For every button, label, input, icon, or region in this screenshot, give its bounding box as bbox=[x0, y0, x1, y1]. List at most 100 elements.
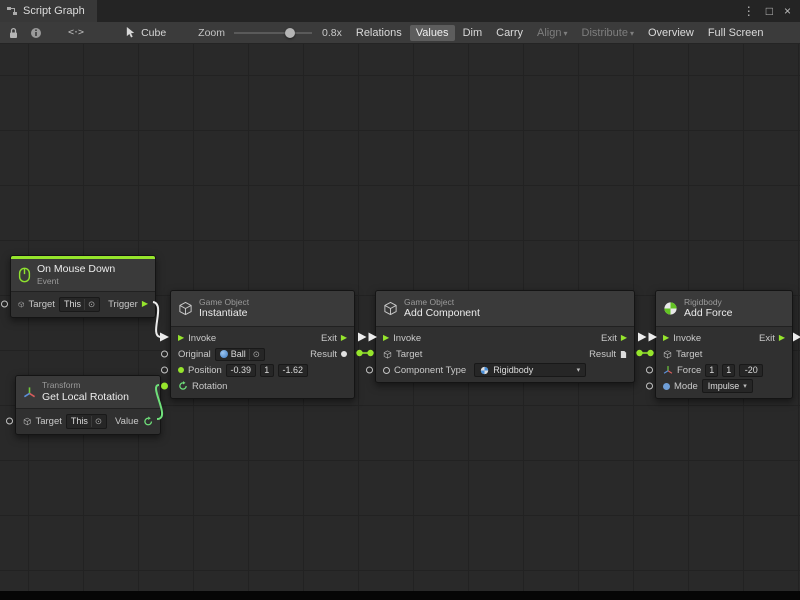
window-close-button[interactable]: × bbox=[784, 5, 791, 17]
target-label: Target bbox=[676, 349, 702, 360]
dim-button[interactable]: Dim bbox=[457, 25, 489, 41]
trigger-label: Trigger bbox=[108, 299, 138, 310]
tab-script-graph[interactable]: Script Graph bbox=[0, 0, 97, 22]
object-picker-icon[interactable]: ⊙ bbox=[91, 416, 102, 427]
values-button[interactable]: Values bbox=[410, 25, 455, 41]
force-y-input[interactable]: 1 bbox=[722, 364, 735, 377]
fullscreen-button[interactable]: Full Screen bbox=[702, 25, 770, 41]
zoom-slider[interactable] bbox=[234, 26, 312, 40]
exit-output-port[interactable]: ▶ bbox=[621, 334, 627, 342]
wire-arrowhead bbox=[160, 333, 169, 342]
node-instantiate[interactable]: Game Object Instantiate ▶ Invoke Exit ▶ … bbox=[170, 290, 355, 399]
result-output-port[interactable] bbox=[341, 351, 347, 357]
cursor-icon bbox=[125, 26, 136, 39]
node-header[interactable]: On Mouse Down Event bbox=[11, 259, 155, 292]
component-type-label: Component Type bbox=[394, 365, 466, 376]
window-maximize-button[interactable]: □ bbox=[766, 5, 773, 17]
original-label: Original bbox=[178, 349, 211, 360]
rotation-label: Rotation bbox=[192, 381, 227, 392]
position-z-input[interactable]: -1.62 bbox=[278, 364, 308, 377]
node-on-mouse-down[interactable]: On Mouse Down Event Target This ⊙ T bbox=[10, 255, 156, 318]
exit-output-port[interactable]: ▶ bbox=[341, 334, 347, 342]
rigidbody-icon bbox=[663, 301, 678, 316]
align-button[interactable]: Align▾ bbox=[531, 25, 573, 41]
graph-canvas[interactable]: On Mouse Down Event Target This ⊙ T bbox=[0, 44, 800, 591]
invoke-input-port[interactable]: ▶ bbox=[178, 334, 184, 342]
target-input-port[interactable] bbox=[1, 301, 8, 308]
result-output-port[interactable] bbox=[620, 350, 627, 359]
rotation-port-icon bbox=[178, 381, 188, 391]
exit-output-port[interactable]: ▶ bbox=[779, 334, 785, 342]
force-input-port[interactable] bbox=[646, 367, 653, 374]
target-input-port[interactable] bbox=[6, 418, 13, 425]
target-label: Target bbox=[35, 416, 61, 427]
node-category: Game Object bbox=[404, 297, 480, 308]
relations-button[interactable]: Relations bbox=[350, 25, 408, 41]
overview-button[interactable]: Overview bbox=[642, 25, 700, 41]
script-graph-window: Script Graph ⋮ □ × <·> Cu bbox=[0, 0, 800, 600]
position-y-input[interactable]: 1 bbox=[260, 364, 274, 377]
mode-input-port[interactable] bbox=[646, 383, 653, 390]
position-label: Position bbox=[188, 365, 222, 376]
mouse-icon bbox=[18, 267, 31, 283]
tab-title: Script Graph bbox=[23, 5, 85, 17]
rotation-input-port[interactable] bbox=[161, 383, 168, 390]
invoke-input-port[interactable]: ▶ bbox=[663, 334, 669, 342]
invoke-input-port[interactable]: ▶ bbox=[383, 334, 389, 342]
game-object-icon bbox=[23, 417, 31, 426]
invoke-label: Invoke bbox=[673, 333, 701, 344]
component-type-input-port[interactable] bbox=[366, 367, 373, 374]
node-add-component[interactable]: Game Object Add Component ▶ Invoke Exit … bbox=[375, 290, 635, 383]
original-input-port[interactable] bbox=[161, 351, 168, 358]
node-header[interactable]: Rigidbody Add Force bbox=[656, 291, 792, 327]
target-value-chip[interactable]: This ⊙ bbox=[66, 414, 107, 429]
zoom-slider-handle[interactable] bbox=[285, 28, 295, 38]
rigidbody-icon bbox=[480, 366, 489, 375]
mode-dropdown[interactable]: Impulse ▾ bbox=[702, 379, 753, 393]
position-input-port[interactable] bbox=[161, 367, 168, 374]
graph-target-label: Cube bbox=[141, 27, 166, 39]
node-title: On Mouse Down bbox=[37, 263, 115, 276]
force-z-input[interactable]: -20 bbox=[739, 364, 763, 377]
info-icon[interactable] bbox=[30, 27, 42, 39]
chevron-down-icon: ▾ bbox=[563, 29, 567, 38]
zoom-slider-track bbox=[234, 32, 312, 34]
object-picker-icon[interactable]: ⊙ bbox=[249, 349, 260, 360]
game-object-port-icon bbox=[383, 350, 392, 359]
object-picker-icon[interactable]: ⊙ bbox=[84, 299, 95, 310]
mode-label: Mode bbox=[674, 381, 698, 392]
force-x-input[interactable]: 1 bbox=[705, 364, 718, 377]
window-menu-button[interactable]: ⋮ bbox=[743, 5, 755, 17]
force-mode-port-icon bbox=[663, 383, 670, 390]
chevron-down-icon: ▾ bbox=[743, 382, 747, 390]
result-label: Result bbox=[310, 349, 337, 360]
graph-target-selector[interactable]: Cube bbox=[125, 26, 166, 39]
node-category: Rigidbody bbox=[684, 297, 732, 308]
window-bottom-edge bbox=[0, 591, 800, 600]
edit-source-icon[interactable]: <·> bbox=[68, 27, 83, 38]
value-connector-dot bbox=[636, 350, 642, 356]
node-get-local-rotation[interactable]: Transform Get Local Rotation Target This… bbox=[15, 375, 161, 435]
component-type-dropdown[interactable]: Rigidbody ▾ bbox=[474, 363, 586, 377]
game-object-icon bbox=[178, 301, 193, 316]
node-header[interactable]: Game Object Add Component bbox=[376, 291, 634, 327]
invoke-label: Invoke bbox=[188, 333, 216, 344]
position-x-input[interactable]: -0.39 bbox=[226, 364, 256, 377]
exit-label: Exit bbox=[759, 333, 775, 344]
target-value-chip[interactable]: This ⊙ bbox=[59, 297, 100, 312]
node-category: Game Object bbox=[199, 297, 249, 308]
game-object-icon bbox=[383, 301, 398, 316]
flow-connector-arrow bbox=[638, 333, 647, 342]
distribute-button[interactable]: Distribute▾ bbox=[576, 25, 640, 41]
value-connector-dot bbox=[356, 350, 362, 356]
node-add-force[interactable]: Rigidbody Add Force ▶ Invoke Exit ▶ Targ… bbox=[655, 290, 793, 399]
lock-icon[interactable] bbox=[8, 27, 19, 39]
original-value-chip[interactable]: Ball ⊙ bbox=[215, 348, 265, 361]
rotation-output-port[interactable] bbox=[143, 416, 153, 427]
carry-button[interactable]: Carry bbox=[490, 25, 529, 41]
trigger-output-port[interactable]: ▶ bbox=[142, 300, 148, 308]
node-header[interactable]: Transform Get Local Rotation bbox=[16, 376, 160, 409]
node-header[interactable]: Game Object Instantiate bbox=[171, 291, 354, 327]
target-label: Target bbox=[29, 299, 55, 310]
node-title: Get Local Rotation bbox=[42, 391, 129, 404]
